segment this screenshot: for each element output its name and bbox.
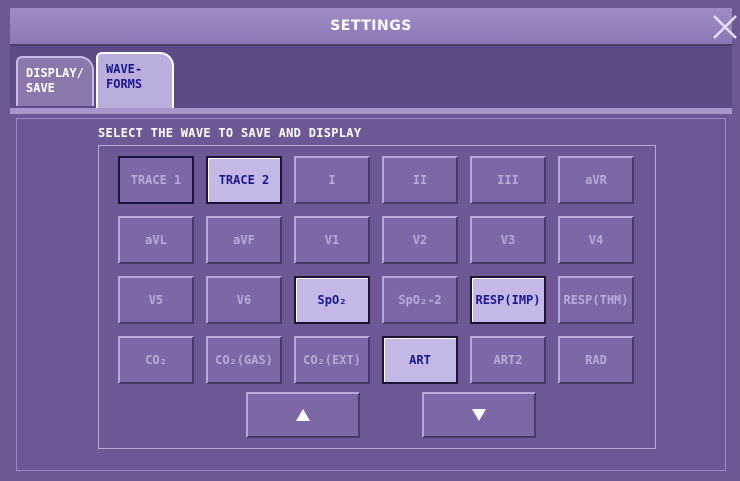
wave-button-ii[interactable]: II [382,156,458,204]
instruction-text: SELECT THE WAVE TO SAVE AND DISPLAY [98,126,362,140]
wave-button-co[interactable]: CO₂ [118,336,194,384]
scroll-up-button[interactable] [246,392,360,438]
wave-button-spo-2[interactable]: SpO₂-2 [382,276,458,324]
tab-waveforms-line1: WAVE- [106,62,143,76]
wave-button-avl[interactable]: aVL [118,216,194,264]
close-icon[interactable] [710,12,740,42]
tab-display-save[interactable]: DISPLAY/ SAVE [16,56,94,106]
tab-display-save-line2: SAVE [26,81,55,95]
tab-display-save-line1: DISPLAY/ [26,66,84,80]
wave-button-spo[interactable]: SpO₂ [294,276,370,324]
window-title: SETTINGS [330,18,412,34]
wave-button-i[interactable]: I [294,156,370,204]
wave-button-art2[interactable]: ART2 [470,336,546,384]
wave-button-avr[interactable]: aVR [558,156,634,204]
tab-waveforms[interactable]: WAVE- FORMS [96,52,174,108]
wave-button-co-ext[interactable]: CO₂(EXT) [294,336,370,384]
scroll-down-button[interactable] [422,392,536,438]
triangle-down-icon [472,409,486,421]
wave-button-art[interactable]: ART [382,336,458,384]
wave-button-trace-1[interactable]: TRACE 1 [118,156,194,204]
wave-button-v1[interactable]: V1 [294,216,370,264]
wave-button-v6[interactable]: V6 [206,276,282,324]
wave-button-avf[interactable]: aVF [206,216,282,264]
wave-button-v5[interactable]: V5 [118,276,194,324]
wave-button-resp-thm[interactable]: RESP(THM) [558,276,634,324]
title-bar: SETTINGS [10,8,737,46]
wave-button-co-gas[interactable]: CO₂(GAS) [206,336,282,384]
wave-button-rad[interactable]: RAD [558,336,634,384]
wave-button-v2[interactable]: V2 [382,216,458,264]
tab-waveforms-line2: FORMS [106,77,143,91]
wave-button-v4[interactable]: V4 [558,216,634,264]
wave-button-iii[interactable]: III [470,156,546,204]
wave-button-v3[interactable]: V3 [470,216,546,264]
wave-button-trace-2[interactable]: TRACE 2 [206,156,282,204]
tab-strip: DISPLAY/ SAVE WAVE- FORMS [10,46,732,108]
settings-window: SETTINGS DISPLAY/ SAVE WAVE- FORMS SELEC… [0,0,740,481]
wave-button-resp-imp[interactable]: RESP(IMP) [470,276,546,324]
triangle-up-icon [296,409,310,421]
